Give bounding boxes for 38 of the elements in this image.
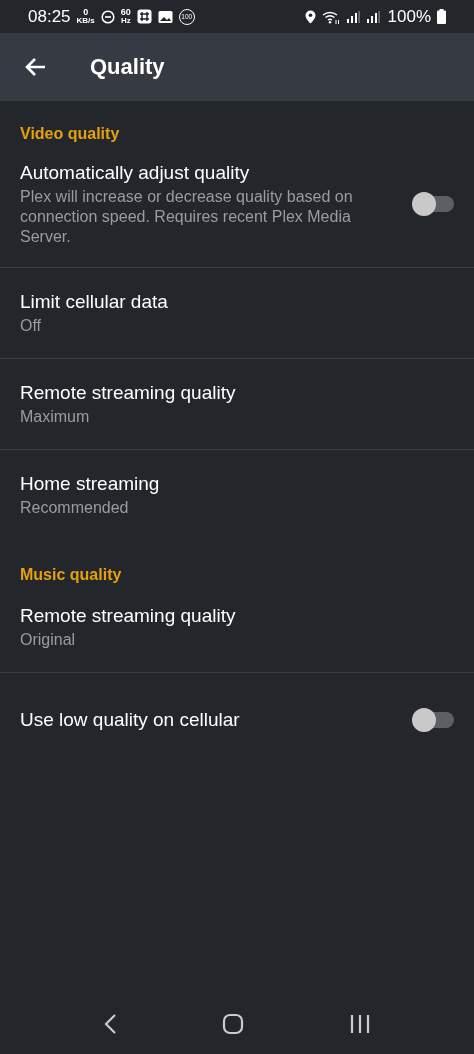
setting-summary: Off: [20, 316, 43, 336]
settings-row[interactable]: Home streaming Recommended: [0, 450, 474, 540]
settings-row[interactable]: Automatically adjust quality Plex will increase or decrease quality based on connection speed. Requires recent Plex Media Server.: [0, 153, 474, 268]
do-not-disturb-icon: [100, 9, 115, 24]
settings-row[interactable]: Use low quality on cellular: [0, 673, 474, 765]
recents-icon: [349, 1014, 372, 1034]
back-chevron-icon: [102, 1013, 117, 1035]
refresh-rate: 60: [120, 8, 131, 17]
battery-icon: [437, 9, 446, 24]
wifi-icon: [321, 9, 340, 24]
back-arrow-icon: [24, 57, 46, 77]
section-header: Music quality: [19, 565, 123, 585]
setting-title: Use low quality on cellular: [20, 708, 241, 732]
grid-icon: [136, 9, 152, 24]
image-icon: [157, 9, 173, 24]
signal-icon: [345, 10, 360, 23]
setting-title: Home streaming: [20, 472, 161, 496]
battery-level: 100%: [387, 6, 431, 27]
setting-summary: Maximum: [20, 407, 91, 427]
settings-row[interactable]: Limit cellular data Off: [0, 268, 474, 359]
refresh-unit: Hz: [120, 17, 131, 25]
clock-time: 08:25: [28, 6, 71, 27]
location-icon: [304, 9, 316, 24]
signal-icon: [365, 10, 380, 23]
home-icon: [222, 1013, 244, 1035]
speed-unit: KB/s: [76, 17, 95, 25]
setting-summary: Plex will increase or decrease quality based on connection speed. Requires recent Plex Media Server.: [20, 187, 354, 247]
setting-title: Limit cellular data: [20, 290, 169, 314]
setting-title: Remote streaming quality: [20, 604, 237, 628]
setting-summary: Original: [20, 630, 77, 650]
setting-title: Remote streaming quality: [20, 381, 237, 405]
screen-title: Quality: [90, 54, 165, 80]
settings-row[interactable]: Remote streaming quality Maximum: [0, 359, 474, 450]
section-header: Video quality: [19, 124, 121, 144]
setting-title: Automatically adjust quality: [20, 161, 251, 185]
network-speed: 0: [83, 8, 89, 17]
settings-row[interactable]: Remote streaming quality Original: [0, 594, 474, 673]
setting-summary: Recommended: [20, 498, 130, 518]
